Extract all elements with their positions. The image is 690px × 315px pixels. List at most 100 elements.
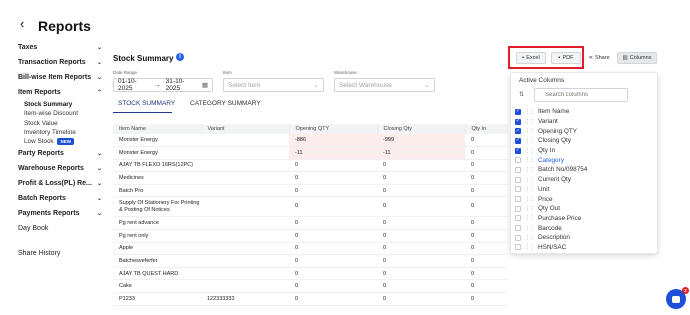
table-row[interactable]: AJAY TB QUEST HARD 0 0 0 <box>113 267 508 281</box>
checkbox-checked-icon[interactable]: ✓ <box>515 108 521 115</box>
checkbox-icon[interactable] <box>515 157 521 164</box>
sidebar-subitem-stock-value[interactable]: Stock Value <box>18 119 102 128</box>
table-row[interactable]: Batchesveferfer 0 0 0 <box>113 254 508 268</box>
table-row[interactable]: Apple 0 0 0 <box>113 242 508 256</box>
table-row[interactable]: Monster Energy -886 -999 0 <box>113 134 508 148</box>
column-option[interactable]: ⋮⋮ Current Qty <box>515 175 655 185</box>
drag-handle-icon[interactable]: ⋮⋮ <box>525 138 535 144</box>
drag-handle-icon[interactable]: ⋮⋮ <box>525 244 535 250</box>
tab-stock-summary[interactable]: STOCK SUMMARY <box>118 100 175 107</box>
drag-handle-icon[interactable]: ⋮⋮ <box>525 196 535 202</box>
column-option[interactable]: ✓ ⋮⋮ Item Name <box>515 107 655 117</box>
column-option[interactable]: ✓ ⋮⋮ Opening QTY <box>515 126 655 136</box>
sidebar-item-warehouse-reports[interactable]: Warehouse Reports ⌄ <box>18 161 102 176</box>
chevron-down-icon: ⌄ <box>313 82 319 89</box>
column-option[interactable]: ⋮⋮ Unit <box>515 185 655 195</box>
drag-handle-icon[interactable]: ⋮⋮ <box>525 167 535 173</box>
drag-handle-icon[interactable]: ⋮⋮ <box>525 225 535 231</box>
back-arrow-icon[interactable]: ‹ <box>20 17 24 30</box>
drag-handle-icon[interactable]: ⋮⋮ <box>525 128 535 134</box>
chat-icon <box>672 295 680 303</box>
checkbox-checked-icon[interactable]: ✓ <box>515 147 521 154</box>
checkbox-icon[interactable] <box>515 234 521 241</box>
item-select[interactable]: Select Item ⌄ <box>223 78 324 92</box>
sidebar-item-bill-wise-item-reports[interactable]: Bill-wise Item Reports ⌄ <box>18 70 102 85</box>
column-option[interactable]: ⋮⋮ Price <box>515 194 655 204</box>
column-search-input[interactable] <box>534 88 628 102</box>
checkbox-icon[interactable] <box>515 215 521 222</box>
drag-handle-icon[interactable]: ⋮⋮ <box>525 235 535 241</box>
column-header[interactable]: Variant <box>201 124 290 134</box>
column-header[interactable]: Opening QTY <box>289 124 378 134</box>
checkbox-icon[interactable] <box>515 196 521 203</box>
column-option-label: Purchase Price <box>538 214 582 222</box>
drag-handle-icon[interactable]: ⋮⋮ <box>525 148 535 154</box>
sidebar-item-transaction-reports[interactable]: Transaction Reports ⌄ <box>18 55 102 70</box>
column-option[interactable]: ⋮⋮ Qty Out <box>515 204 655 214</box>
column-option-label: Unit <box>538 185 550 193</box>
checkbox-icon[interactable] <box>515 225 521 232</box>
tab-category-summary[interactable]: CATEGORY SUMMARY <box>190 100 261 107</box>
column-option[interactable]: ⋮⋮ HSN/SAC <box>515 243 655 253</box>
table-cell <box>201 171 289 185</box>
sidebar-item-batch-reports[interactable]: Batch Reports ⌄ <box>18 191 102 206</box>
table-row[interactable]: Cake 0 0 0 <box>113 279 508 294</box>
checkbox-icon[interactable] <box>515 166 521 173</box>
table-row[interactable]: Medicines 0 0 0 <box>113 171 508 185</box>
checkbox-icon[interactable] <box>515 205 521 212</box>
table-row[interactable]: Pg rent advance 0 0 0 <box>113 216 508 231</box>
column-header[interactable]: Item Name <box>113 124 202 134</box>
checkbox-checked-icon[interactable]: ✓ <box>515 137 521 144</box>
checkbox-icon[interactable] <box>515 176 521 183</box>
section-title: Stock Summary <box>113 54 174 63</box>
sidebar-subitem-item-wise-discount[interactable]: Item-wise Discount <box>18 109 102 118</box>
table-cell: 0 <box>465 146 508 160</box>
sidebar-item-taxes[interactable]: Taxes ⌄ <box>18 40 102 55</box>
checkbox-icon[interactable] <box>515 186 521 193</box>
drag-handle-icon[interactable]: ⋮⋮ <box>525 206 535 212</box>
table-row[interactable]: Supply Of Stationery For Printing & Post… <box>113 196 508 218</box>
column-option[interactable]: ⋮⋮ Description <box>515 233 655 243</box>
column-option[interactable]: ✓ ⋮⋮ Closing Qty <box>515 136 655 146</box>
table-row[interactable]: Pg rent only 0 0 0 <box>113 229 508 243</box>
column-option[interactable]: ✓ ⋮⋮ Qty In <box>515 146 655 156</box>
checkbox-checked-icon[interactable]: ✓ <box>515 118 521 125</box>
columns-button[interactable]: ▥ Columns <box>617 52 657 64</box>
sidebar-item-payments-reports[interactable]: Payments Reports ⌄ <box>18 206 102 221</box>
drag-handle-icon[interactable]: ⋮⋮ <box>525 119 535 125</box>
share-button[interactable]: ⋖ Share <box>586 52 612 64</box>
table-cell <box>201 134 289 148</box>
table-row[interactable]: Monster Energy -11 -11 0 <box>113 146 508 160</box>
checkbox-checked-icon[interactable]: ✓ <box>515 128 521 135</box>
drag-handle-icon[interactable]: ⋮⋮ <box>525 215 535 221</box>
drag-handle-icon[interactable]: ⋮⋮ <box>525 109 535 115</box>
chevron-down-icon: ⌄ <box>96 151 102 158</box>
sidebar-item-party-reports[interactable]: Party Reports ⌄ <box>18 146 102 161</box>
column-header[interactable]: Closing Qty <box>377 124 466 134</box>
sidebar-item-share-history[interactable]: Share History <box>18 246 102 261</box>
sidebar-subitem-low-stock[interactable]: Low Stock NEW <box>18 137 102 146</box>
column-option[interactable]: ⋮⋮ Category <box>515 155 655 165</box>
sort-icon[interactable]: ⇅ <box>519 91 524 98</box>
column-option[interactable]: ⋮⋮ Batch No/098754 <box>515 165 655 175</box>
table-row[interactable]: P1233 122333333 0 0 0 <box>113 292 508 306</box>
checkbox-icon[interactable] <box>515 244 521 251</box>
column-option[interactable]: ⋮⋮ Purchase Price <box>515 214 655 224</box>
sidebar-item-day-book[interactable]: Day Book <box>18 221 102 236</box>
drag-handle-icon[interactable]: ⋮⋮ <box>525 177 535 183</box>
sidebar-item-item-reports[interactable]: Item Reports ⌃ <box>18 85 102 100</box>
table-row[interactable]: AJAY TB FLEXO 16RS(12PC) 0 0 0 <box>113 159 508 173</box>
drag-handle-icon[interactable]: ⋮⋮ <box>525 157 535 163</box>
sidebar-subitem-inventory-timeline[interactable]: Inventory Timeline <box>18 128 102 137</box>
drag-handle-icon[interactable]: ⋮⋮ <box>525 186 535 192</box>
date-range-picker[interactable]: 01-10-2025 → 31-10-2025 ▦ <box>113 78 213 92</box>
column-header[interactable]: Qty In <box>465 124 508 134</box>
warehouse-select[interactable]: Select Warehouse ⌄ <box>334 78 435 92</box>
sidebar-item-profit-loss[interactable]: Profit & Loss(PL) Re... ⌄ <box>18 176 102 191</box>
column-option[interactable]: ✓ ⋮⋮ Variant <box>515 117 655 127</box>
table-cell: 0 <box>289 267 377 281</box>
table-row[interactable]: Batch Pro 0 0 0 <box>113 184 508 198</box>
info-icon[interactable]: i <box>176 53 184 61</box>
sidebar-subitem-stock-summary[interactable]: Stock Summary <box>18 100 102 109</box>
column-option[interactable]: ⋮⋮ Barcode <box>515 223 655 233</box>
